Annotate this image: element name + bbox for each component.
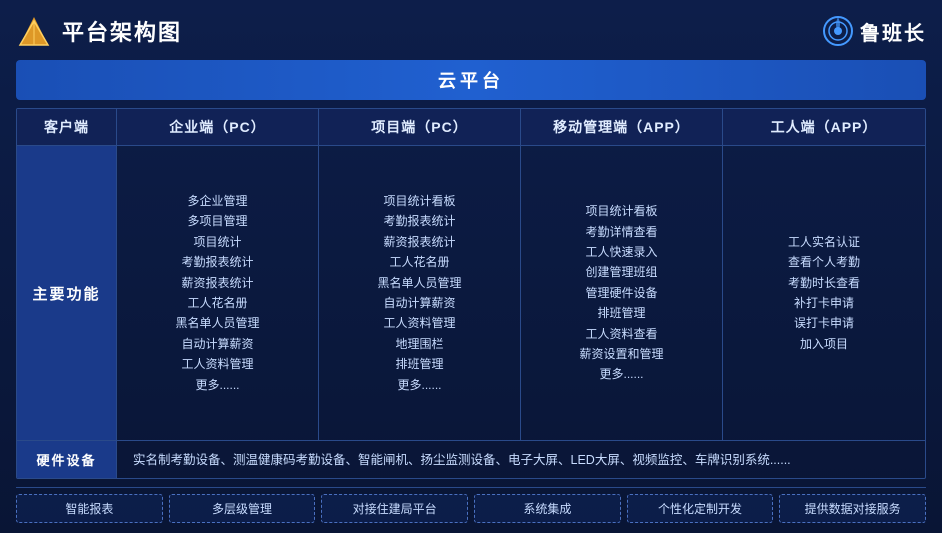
tag-system-integration: 系统集成 — [474, 494, 621, 523]
page-title: 平台架构图 — [62, 15, 182, 47]
list-item: 排班管理 — [579, 303, 663, 323]
tag-custom-dev: 个性化定制开发 — [627, 494, 774, 523]
list-item: 地理围栏 — [377, 334, 461, 354]
hardware-label: 硬件设备 — [36, 450, 96, 469]
cloud-banner: 云平台 — [16, 60, 926, 100]
tag-gov-platform: 对接住建局平台 — [321, 494, 468, 523]
col-header-enterprise: 企业端（PC） — [117, 109, 319, 146]
list-item: 黑名单人员管理 — [377, 273, 461, 293]
list-item: 工人实名认证 — [788, 232, 860, 252]
tag-multi-level: 多层级管理 — [169, 494, 316, 523]
brand-name: 鲁班长 — [860, 17, 926, 46]
hardware-row: 硬件设备 实名制考勤设备、测温健康码考勤设备、智能闸机、扬尘监测设备、电子大屏、… — [17, 440, 925, 478]
list-item: 项目统计 — [175, 232, 259, 252]
list-item: 多项目管理 — [175, 211, 259, 231]
list-item: 误打卡申请 — [788, 313, 860, 333]
list-item: 工人花名册 — [377, 252, 461, 272]
list-item: 工人花名册 — [175, 293, 259, 313]
list-item: 加入项目 — [788, 334, 860, 354]
hardware-content: 实名制考勤设备、测温健康码考勤设备、智能闸机、扬尘监测设备、电子大屏、LED大屏… — [117, 441, 925, 478]
list-item: 考勤详情查看 — [579, 222, 663, 242]
main-features-label-cell: 主要功能 — [17, 146, 117, 440]
brand-logo-icon — [822, 15, 854, 47]
header-left: 平台架构图 — [16, 13, 182, 49]
mobile-features-cell: 项目统计看板 考勤详情查看 工人快速录入 创建管理班组 管理硬件设备 排班管理 … — [521, 146, 723, 440]
list-item: 自动计算薪资 — [175, 334, 259, 354]
list-item: 更多...... — [175, 375, 259, 395]
list-item: 自动计算薪资 — [377, 293, 461, 313]
tag-label: 系统集成 — [523, 502, 571, 516]
tag-label: 多层级管理 — [212, 502, 272, 516]
list-item: 更多...... — [377, 375, 461, 395]
list-item: 项目统计看板 — [579, 201, 663, 221]
tag-data-service: 提供数据对接服务 — [779, 494, 926, 523]
list-item: 薪资报表统计 — [377, 232, 461, 252]
enterprise-features-cell: 多企业管理 多项目管理 项目统计 考勤报表统计 薪资报表统计 工人花名册 黑名单… — [117, 146, 319, 440]
bottom-tags: 智能报表 多层级管理 对接住建局平台 系统集成 个性化定制开发 提供数据对接服务 — [16, 487, 926, 523]
list-item: 排班管理 — [377, 354, 461, 374]
col-header-client: 客户端 — [17, 109, 117, 146]
logo-icon — [16, 13, 52, 49]
list-item: 黑名单人员管理 — [175, 313, 259, 333]
tag-smart-report: 智能报表 — [16, 494, 163, 523]
list-item: 考勤报表统计 — [175, 252, 259, 272]
project-feature-list: 项目统计看板 考勤报表统计 薪资报表统计 工人花名册 黑名单人员管理 自动计算薪… — [377, 191, 461, 395]
mobile-feature-list: 项目统计看板 考勤详情查看 工人快速录入 创建管理班组 管理硬件设备 排班管理 … — [579, 201, 663, 385]
main-table: 客户端 企业端（PC） 项目端（PC） 移动管理端（APP） 工人端（APP） … — [16, 108, 926, 479]
page-wrapper: 平台架构图 鲁班长 云平台 客户端 企业端（PC） 项目端（PC） 移动管理端（… — [0, 0, 942, 533]
list-item: 薪资报表统计 — [175, 273, 259, 293]
main-features-label: 主要功能 — [32, 283, 100, 304]
list-item: 工人资料管理 — [175, 354, 259, 374]
list-item: 考勤时长查看 — [788, 273, 860, 293]
list-item: 管理硬件设备 — [579, 283, 663, 303]
list-item: 薪资设置和管理 — [579, 344, 663, 364]
tag-label: 对接住建局平台 — [353, 502, 437, 516]
hardware-label-cell: 硬件设备 — [17, 441, 117, 478]
list-item: 考勤报表统计 — [377, 211, 461, 231]
list-item: 补打卡申请 — [788, 293, 860, 313]
worker-features-cell: 工人实名认证 查看个人考勤 考勤时长查看 补打卡申请 误打卡申请 加入项目 — [723, 146, 925, 440]
list-item: 多企业管理 — [175, 191, 259, 211]
header-right: 鲁班长 — [822, 15, 926, 47]
header: 平台架构图 鲁班长 — [16, 10, 926, 52]
enterprise-feature-list: 多企业管理 多项目管理 项目统计 考勤报表统计 薪资报表统计 工人花名册 黑名单… — [175, 191, 259, 395]
col-header-worker: 工人端（APP） — [723, 109, 925, 146]
project-features-cell: 项目统计看板 考勤报表统计 薪资报表统计 工人花名册 黑名单人员管理 自动计算薪… — [319, 146, 521, 440]
col-header-project: 项目端（PC） — [319, 109, 521, 146]
list-item: 项目统计看板 — [377, 191, 461, 211]
list-item: 创建管理班组 — [579, 262, 663, 282]
tag-label: 提供数据对接服务 — [805, 502, 901, 516]
list-item: 工人资料查看 — [579, 324, 663, 344]
tag-label: 个性化定制开发 — [658, 502, 742, 516]
column-headers: 客户端 企业端（PC） 项目端（PC） 移动管理端（APP） 工人端（APP） — [17, 109, 925, 146]
col-header-mobile: 移动管理端（APP） — [521, 109, 723, 146]
content-row: 主要功能 多企业管理 多项目管理 项目统计 考勤报表统计 薪资报表统计 工人花名… — [17, 146, 925, 440]
list-item: 工人快速录入 — [579, 242, 663, 262]
list-item: 更多...... — [579, 364, 663, 384]
list-item: 工人资料管理 — [377, 313, 461, 333]
list-item: 查看个人考勤 — [788, 252, 860, 272]
worker-feature-list: 工人实名认证 查看个人考勤 考勤时长查看 补打卡申请 误打卡申请 加入项目 — [788, 232, 860, 354]
cloud-platform-label: 云平台 — [438, 71, 504, 91]
hardware-devices-text: 实名制考勤设备、测温健康码考勤设备、智能闸机、扬尘监测设备、电子大屏、LED大屏… — [133, 450, 791, 470]
tag-label: 智能报表 — [65, 502, 113, 516]
